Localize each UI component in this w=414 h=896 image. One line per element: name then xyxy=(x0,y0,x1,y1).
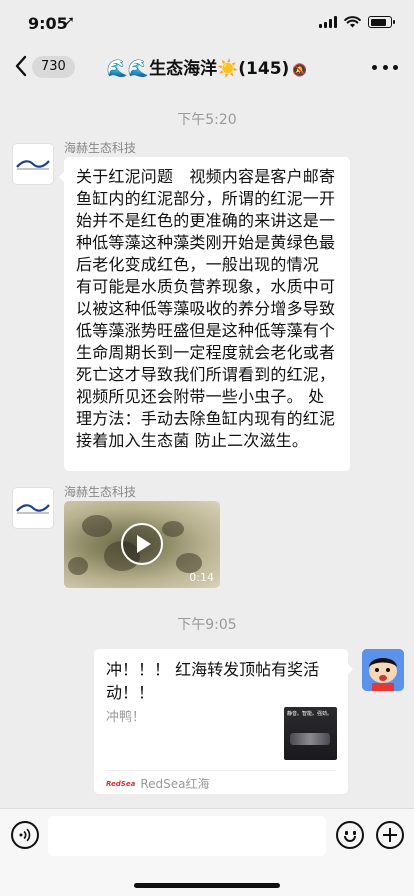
video-duration: 0:14 xyxy=(189,571,214,584)
message-timestamp: 下午9:05 xyxy=(177,617,237,633)
location-arrow-icon: ➚ xyxy=(64,14,75,29)
title-emoji: ☀️ xyxy=(217,59,239,79)
cartoon-avatar-icon xyxy=(362,649,404,691)
user-avatar[interactable] xyxy=(362,649,404,691)
sender-name: 海赫生态科技 xyxy=(64,485,137,499)
card-thumbnail: 静音。智能。强劲。 xyxy=(284,707,337,760)
title-prefix: 🌊🌊 xyxy=(106,59,150,79)
card-title: 冲！！！ 红海转发顶帖有奖活动！！ xyxy=(106,660,320,702)
voice-icon[interactable] xyxy=(11,821,39,849)
emoji-icon[interactable] xyxy=(336,821,364,849)
sender-avatar[interactable] xyxy=(12,487,54,529)
voice-waves-icon xyxy=(19,828,31,842)
home-indicator xyxy=(134,883,280,888)
battery-icon xyxy=(368,16,395,28)
message-timestamp: 下午5:20 xyxy=(177,112,237,128)
message-text: 关于红泥问题 视频内容是客户邮寄鱼缸内的红泥部分，所谓的红泥一开始并不是红色的更… xyxy=(76,167,336,450)
sender-name: 海赫生态科技 xyxy=(64,141,137,155)
plus-icon[interactable] xyxy=(376,821,404,849)
card-description: 冲鸭！ xyxy=(106,710,146,725)
battery-fill xyxy=(370,18,386,26)
card-source-name: RedSea红海 xyxy=(140,777,210,791)
chat-title[interactable]: 🌊🌊生态海洋☀️(145) 🔕 xyxy=(0,54,414,79)
chat-nav-bar: 730 🌊🌊生态海洋☀️(145) 🔕 xyxy=(0,46,414,88)
bell-slash-icon: 🔕 xyxy=(292,63,308,77)
status-icons xyxy=(319,16,395,28)
status-time: 9:05 xyxy=(28,14,68,33)
redsea-logo: RedSea xyxy=(106,779,136,788)
signal-icon xyxy=(319,16,337,28)
card-source: RedSea RedSea红海 xyxy=(106,775,209,792)
more-dots-icon[interactable] xyxy=(372,56,398,78)
sender-avatar[interactable] xyxy=(12,143,54,185)
group-name: 生态海洋 xyxy=(149,59,218,79)
link-card-message[interactable]: 冲！！！ 红海转发顶帖有奖活动！！ 冲鸭！ 静音。智能。强劲。 RedSea R… xyxy=(94,649,353,794)
play-icon[interactable] xyxy=(121,523,163,565)
member-count: (145) xyxy=(238,59,290,79)
status-bar: 9:05 ➚ xyxy=(0,0,414,46)
wifi-icon xyxy=(344,16,361,28)
haihe-logo-icon xyxy=(16,160,50,170)
card-divider xyxy=(106,770,336,771)
thumb-caption: 静音。智能。强劲。 xyxy=(287,711,333,717)
haihe-logo-icon xyxy=(16,504,50,514)
message-input[interactable] xyxy=(48,816,326,856)
device-image xyxy=(290,733,330,745)
video-message[interactable]: 0:14 xyxy=(64,501,220,588)
text-message-bubble[interactable]: 关于红泥问题 视频内容是客户邮寄鱼缸内的红泥部分，所谓的红泥一开始并不是红色的更… xyxy=(59,157,350,471)
